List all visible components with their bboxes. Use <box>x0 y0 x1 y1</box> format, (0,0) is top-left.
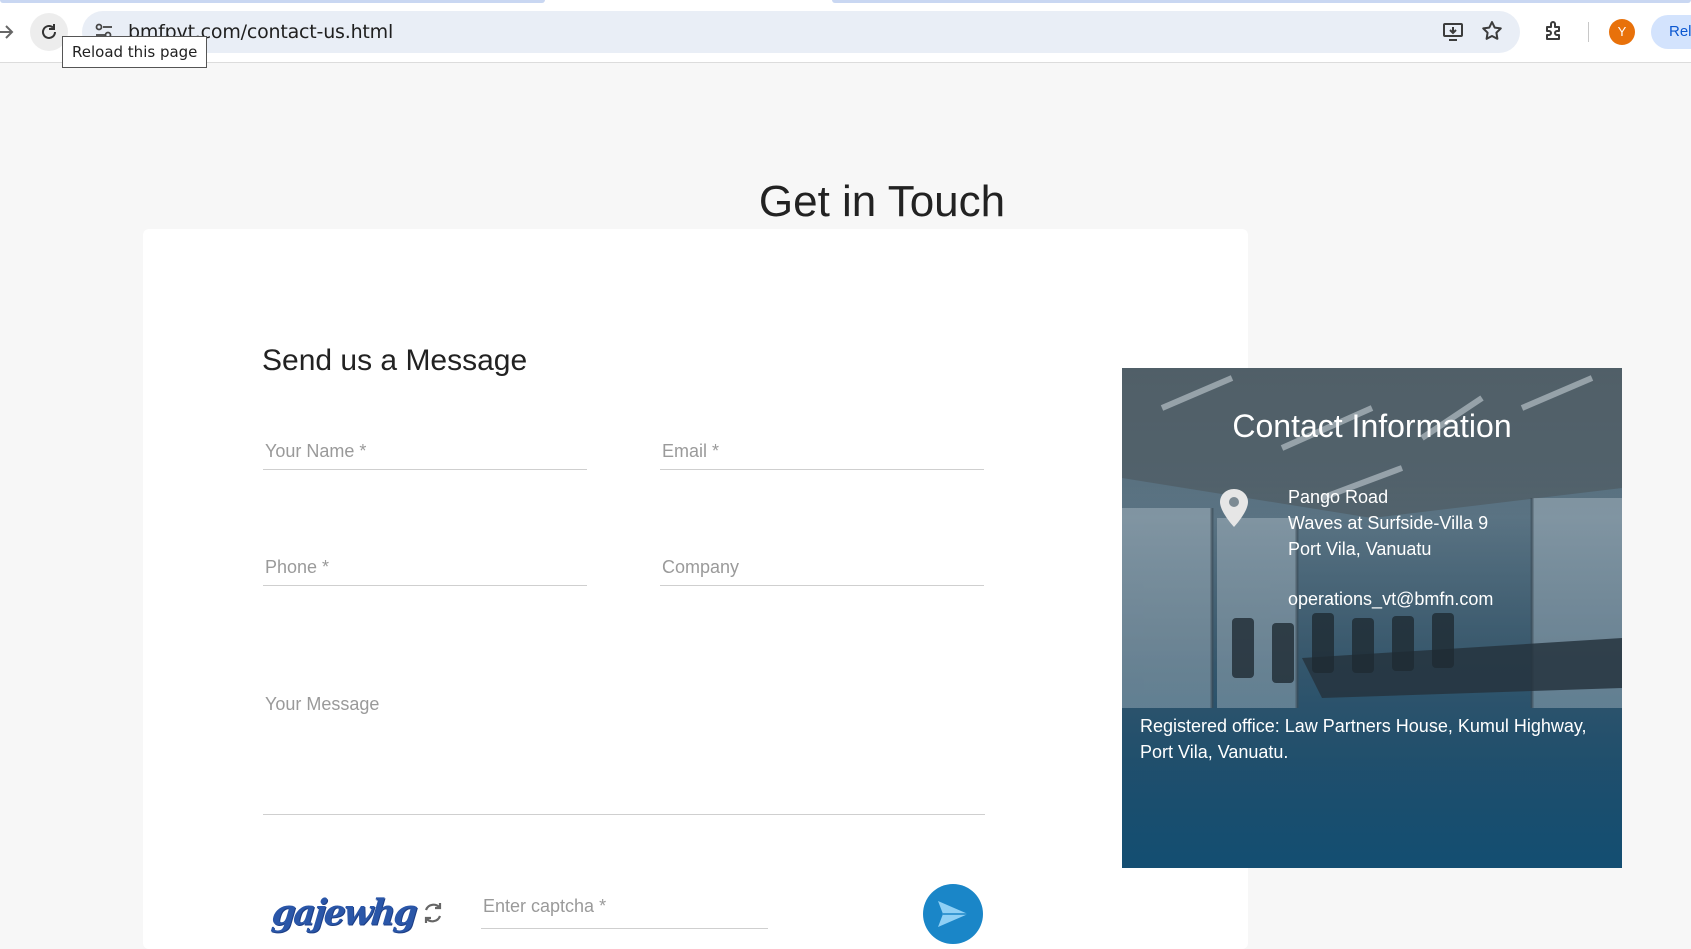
reload-tooltip: Reload this page <box>62 36 208 68</box>
registered-office: Registered office: Law Partners House, K… <box>1140 716 1587 762</box>
send-icon <box>938 901 968 927</box>
captcha-refresh-icon[interactable] <box>419 899 447 927</box>
contact-email-link[interactable]: operations_vt@bmfn.com <box>1288 589 1493 610</box>
email-field[interactable] <box>660 433 984 470</box>
company-field[interactable] <box>660 549 984 586</box>
page-title: Get in Touch <box>758 177 1006 227</box>
captcha-image: gajewhg <box>269 892 418 934</box>
install-app-icon[interactable] <box>1439 19 1467 47</box>
relaunch-button[interactable]: Rel <box>1651 15 1691 49</box>
name-field[interactable] <box>263 433 587 470</box>
address-line-2: Waves at Surfside-Villa 9 <box>1288 513 1489 533</box>
contact-form-card <box>143 229 1248 949</box>
bookmark-star-icon[interactable] <box>1478 19 1506 47</box>
reload-icon <box>42 24 56 39</box>
location-pin-icon <box>1219 488 1249 528</box>
back-arrow-icon[interactable] <box>0 13 24 51</box>
contact-info-title: Contact Information <box>1232 408 1512 444</box>
extensions-icon[interactable] <box>1540 19 1568 47</box>
browser-toolbar: bmfpvt.com/contact-us.html Y Rel <box>0 0 1691 63</box>
address-bar[interactable]: bmfpvt.com/contact-us.html <box>82 11 1520 53</box>
address-line-3: Port Vila, Vanuatu <box>1288 539 1432 559</box>
toolbar-divider <box>1588 22 1589 42</box>
phone-field[interactable] <box>263 549 587 586</box>
contact-info-panel: Contact Information Pango Road Waves at … <box>1122 368 1622 868</box>
captcha-field[interactable] <box>481 884 768 929</box>
profile-avatar[interactable]: Y <box>1609 19 1635 45</box>
tab-strip <box>0 0 1691 4</box>
message-field[interactable] <box>263 690 985 815</box>
address-line-1: Pango Road <box>1288 487 1389 507</box>
form-heading: Send us a Message <box>262 343 528 377</box>
send-button[interactable] <box>923 884 983 944</box>
